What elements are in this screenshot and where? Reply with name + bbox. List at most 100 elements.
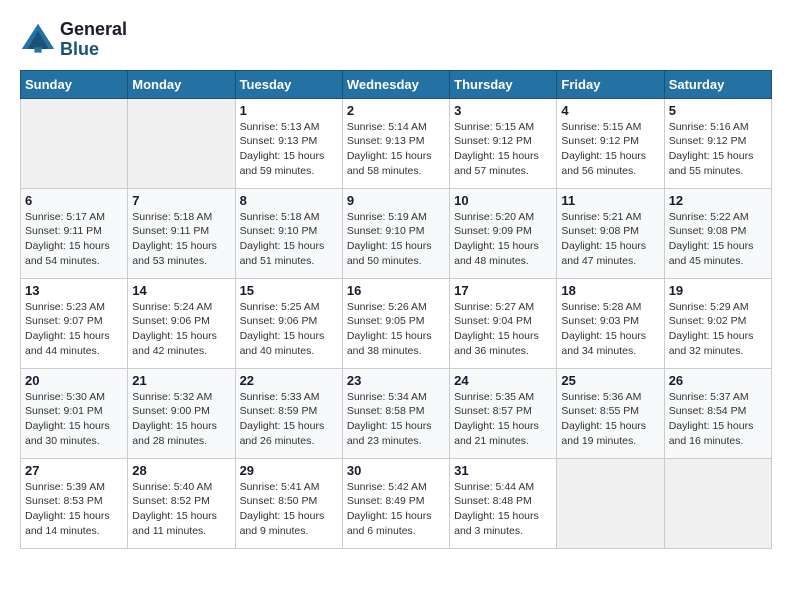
calendar-week-2: 6 Sunrise: 5:17 AM Sunset: 9:11 PM Daylig… xyxy=(21,188,772,278)
calendar-cell: 14 Sunrise: 5:24 AM Sunset: 9:06 PM Dayli… xyxy=(128,278,235,368)
day-number: 30 xyxy=(347,463,445,478)
day-info: Sunrise: 5:18 AM Sunset: 9:11 PM Dayligh… xyxy=(132,210,230,269)
day-number: 15 xyxy=(240,283,338,298)
calendar-cell: 13Sunrise: 5:23 AM Sunset: 9:07 PM Dayli… xyxy=(21,278,128,368)
day-info: Sunrise: 5:19 AM Sunset: 9:10 PM Dayligh… xyxy=(347,210,445,269)
day-number: 8 xyxy=(240,193,338,208)
weekday-header-wednesday: Wednesday xyxy=(342,70,449,98)
day-number: 12 xyxy=(669,193,767,208)
weekday-header-tuesday: Tuesday xyxy=(235,70,342,98)
day-info: Sunrise: 5:21 AM Sunset: 9:08 PM Dayligh… xyxy=(561,210,659,269)
calendar-cell: 2Sunrise: 5:14 AM Sunset: 9:13 PM Daylig… xyxy=(342,98,449,188)
calendar-cell: 1 Sunrise: 5:13 AM Sunset: 9:13 PM Daylig… xyxy=(235,98,342,188)
page-header: General Blue xyxy=(20,20,772,60)
calendar-week-3: 13Sunrise: 5:23 AM Sunset: 9:07 PM Dayli… xyxy=(21,278,772,368)
calendar-cell: 9Sunrise: 5:19 AM Sunset: 9:10 PM Daylig… xyxy=(342,188,449,278)
day-info: Sunrise: 5:13 AM Sunset: 9:13 PM Dayligh… xyxy=(240,120,338,179)
calendar-cell: 25 Sunrise: 5:36 AM Sunset: 8:55 PM Dayli… xyxy=(557,368,664,458)
day-info: Sunrise: 5:14 AM Sunset: 9:13 PM Dayligh… xyxy=(347,120,445,179)
calendar-cell: 23Sunrise: 5:34 AM Sunset: 8:58 PM Dayli… xyxy=(342,368,449,458)
day-info: Sunrise: 5:27 AM Sunset: 9:04 PM Dayligh… xyxy=(454,300,552,359)
day-info: Sunrise: 5:35 AM Sunset: 8:57 PM Dayligh… xyxy=(454,390,552,449)
calendar-cell: 8 Sunrise: 5:18 AM Sunset: 9:10 PM Daylig… xyxy=(235,188,342,278)
day-number: 6 xyxy=(25,193,123,208)
day-info: Sunrise: 5:36 AM Sunset: 8:55 PM Dayligh… xyxy=(561,390,659,449)
day-info: Sunrise: 5:15 AM Sunset: 9:12 PM Dayligh… xyxy=(561,120,659,179)
day-info: Sunrise: 5:39 AM Sunset: 8:53 PM Dayligh… xyxy=(25,480,123,539)
day-info: Sunrise: 5:32 AM Sunset: 9:00 PM Dayligh… xyxy=(132,390,230,449)
calendar-cell: 30 Sunrise: 5:42 AM Sunset: 8:49 PM Dayli… xyxy=(342,458,449,548)
calendar-table: SundayMondayTuesdayWednesdayThursdayFrid… xyxy=(20,70,772,549)
day-number: 3 xyxy=(454,103,552,118)
calendar-cell: 21Sunrise: 5:32 AM Sunset: 9:00 PM Dayli… xyxy=(128,368,235,458)
day-number: 19 xyxy=(669,283,767,298)
calendar-week-5: 27 Sunrise: 5:39 AM Sunset: 8:53 PM Dayli… xyxy=(21,458,772,548)
calendar-cell: 10 Sunrise: 5:20 AM Sunset: 9:09 PM Dayli… xyxy=(450,188,557,278)
calendar-cell: 3 Sunrise: 5:15 AM Sunset: 9:12 PM Daylig… xyxy=(450,98,557,188)
calendar-cell: 20 Sunrise: 5:30 AM Sunset: 9:01 PM Dayli… xyxy=(21,368,128,458)
day-info: Sunrise: 5:26 AM Sunset: 9:05 PM Dayligh… xyxy=(347,300,445,359)
calendar-cell: 24 Sunrise: 5:35 AM Sunset: 8:57 PM Dayli… xyxy=(450,368,557,458)
day-info: Sunrise: 5:17 AM Sunset: 9:11 PM Dayligh… xyxy=(25,210,123,269)
calendar-body: 1 Sunrise: 5:13 AM Sunset: 9:13 PM Daylig… xyxy=(21,98,772,548)
day-number: 24 xyxy=(454,373,552,388)
day-number: 22 xyxy=(240,373,338,388)
day-info: Sunrise: 5:28 AM Sunset: 9:03 PM Dayligh… xyxy=(561,300,659,359)
day-number: 26 xyxy=(669,373,767,388)
calendar-week-1: 1 Sunrise: 5:13 AM Sunset: 9:13 PM Daylig… xyxy=(21,98,772,188)
day-info: Sunrise: 5:18 AM Sunset: 9:10 PM Dayligh… xyxy=(240,210,338,269)
day-info: Sunrise: 5:37 AM Sunset: 8:54 PM Dayligh… xyxy=(669,390,767,449)
calendar-cell: 26 Sunrise: 5:37 AM Sunset: 8:54 PM Dayli… xyxy=(664,368,771,458)
calendar-cell: 27 Sunrise: 5:39 AM Sunset: 8:53 PM Dayli… xyxy=(21,458,128,548)
weekday-header-saturday: Saturday xyxy=(664,70,771,98)
day-number: 16 xyxy=(347,283,445,298)
logo: General Blue xyxy=(20,20,127,60)
day-number: 20 xyxy=(25,373,123,388)
logo-icon xyxy=(20,22,56,58)
day-number: 10 xyxy=(454,193,552,208)
day-info: Sunrise: 5:42 AM Sunset: 8:49 PM Dayligh… xyxy=(347,480,445,539)
day-info: Sunrise: 5:15 AM Sunset: 9:12 PM Dayligh… xyxy=(454,120,552,179)
logo-text: General Blue xyxy=(60,20,127,60)
day-info: Sunrise: 5:22 AM Sunset: 9:08 PM Dayligh… xyxy=(669,210,767,269)
day-number: 7 xyxy=(132,193,230,208)
day-info: Sunrise: 5:29 AM Sunset: 9:02 PM Dayligh… xyxy=(669,300,767,359)
calendar-cell xyxy=(664,458,771,548)
day-number: 1 xyxy=(240,103,338,118)
calendar-cell: 15 Sunrise: 5:25 AM Sunset: 9:06 PM Dayli… xyxy=(235,278,342,368)
day-number: 17 xyxy=(454,283,552,298)
day-number: 14 xyxy=(132,283,230,298)
calendar-cell: 31Sunrise: 5:44 AM Sunset: 8:48 PM Dayli… xyxy=(450,458,557,548)
weekday-header-sunday: Sunday xyxy=(21,70,128,98)
day-number: 28 xyxy=(132,463,230,478)
calendar-cell xyxy=(557,458,664,548)
day-number: 11 xyxy=(561,193,659,208)
day-info: Sunrise: 5:24 AM Sunset: 9:06 PM Dayligh… xyxy=(132,300,230,359)
calendar-cell: 7 Sunrise: 5:18 AM Sunset: 9:11 PM Daylig… xyxy=(128,188,235,278)
calendar-cell: 29 Sunrise: 5:41 AM Sunset: 8:50 PM Dayli… xyxy=(235,458,342,548)
day-info: Sunrise: 5:33 AM Sunset: 8:59 PM Dayligh… xyxy=(240,390,338,449)
calendar-header: SundayMondayTuesdayWednesdayThursdayFrid… xyxy=(21,70,772,98)
day-info: Sunrise: 5:20 AM Sunset: 9:09 PM Dayligh… xyxy=(454,210,552,269)
day-info: Sunrise: 5:34 AM Sunset: 8:58 PM Dayligh… xyxy=(347,390,445,449)
day-info: Sunrise: 5:25 AM Sunset: 9:06 PM Dayligh… xyxy=(240,300,338,359)
calendar-cell: 5Sunrise: 5:16 AM Sunset: 9:12 PM Daylig… xyxy=(664,98,771,188)
calendar-cell: 28Sunrise: 5:40 AM Sunset: 8:52 PM Dayli… xyxy=(128,458,235,548)
calendar-week-4: 20 Sunrise: 5:30 AM Sunset: 9:01 PM Dayli… xyxy=(21,368,772,458)
day-info: Sunrise: 5:30 AM Sunset: 9:01 PM Dayligh… xyxy=(25,390,123,449)
day-number: 25 xyxy=(561,373,659,388)
day-number: 27 xyxy=(25,463,123,478)
calendar-cell: 11 Sunrise: 5:21 AM Sunset: 9:08 PM Dayli… xyxy=(557,188,664,278)
day-number: 18 xyxy=(561,283,659,298)
day-info: Sunrise: 5:41 AM Sunset: 8:50 PM Dayligh… xyxy=(240,480,338,539)
day-info: Sunrise: 5:16 AM Sunset: 9:12 PM Dayligh… xyxy=(669,120,767,179)
day-number: 31 xyxy=(454,463,552,478)
calendar-cell: 12 Sunrise: 5:22 AM Sunset: 9:08 PM Dayli… xyxy=(664,188,771,278)
day-info: Sunrise: 5:23 AM Sunset: 9:07 PM Dayligh… xyxy=(25,300,123,359)
weekday-header-friday: Friday xyxy=(557,70,664,98)
weekday-header-monday: Monday xyxy=(128,70,235,98)
day-number: 4 xyxy=(561,103,659,118)
calendar-cell: 6 Sunrise: 5:17 AM Sunset: 9:11 PM Daylig… xyxy=(21,188,128,278)
day-number: 29 xyxy=(240,463,338,478)
calendar-cell: 18 Sunrise: 5:28 AM Sunset: 9:03 PM Dayli… xyxy=(557,278,664,368)
